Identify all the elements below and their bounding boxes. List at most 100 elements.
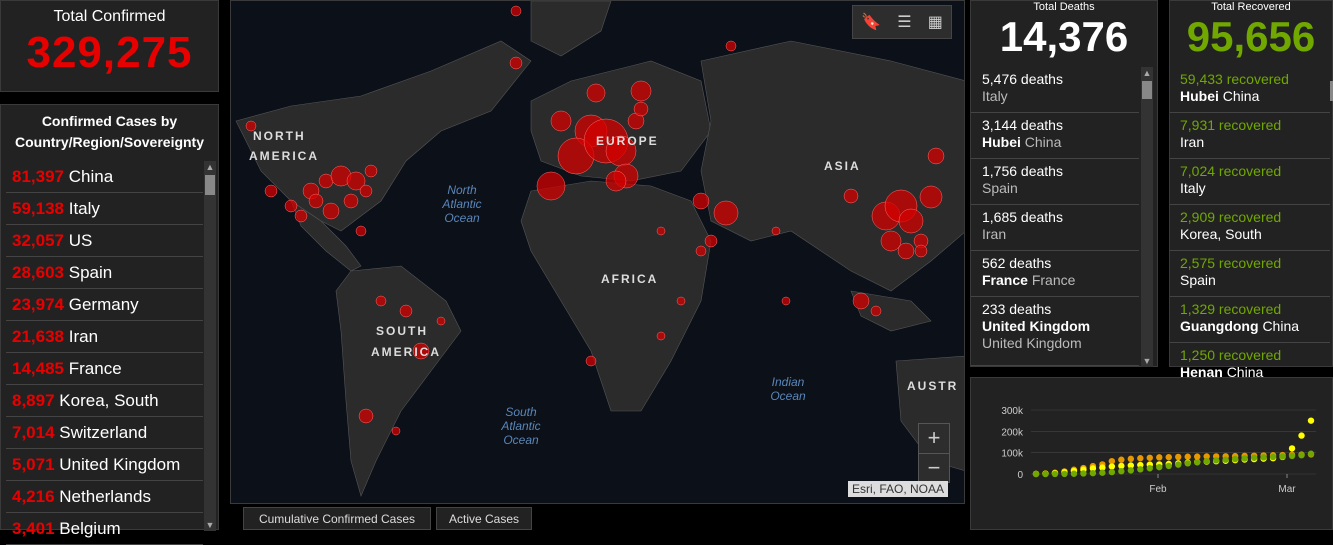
chart-point[interactable] [1156, 454, 1163, 461]
case-bubble[interactable] [633, 101, 649, 117]
recovered-list-item[interactable]: 59,433 recovered Hubei China [1170, 67, 1330, 113]
chart-point[interactable] [1260, 454, 1267, 461]
case-bubble[interactable] [656, 226, 666, 236]
zoom-in-button[interactable]: + [919, 424, 949, 454]
case-bubble[interactable] [605, 170, 627, 192]
basemap-gallery-icon[interactable]: ▦ [928, 12, 943, 32]
scroll-down-icon[interactable]: ▼ [204, 519, 216, 531]
chart-point[interactable] [1279, 453, 1286, 460]
deaths-list-item[interactable]: 5,476 deaths Italy [971, 67, 1139, 113]
world-map[interactable]: NORTH AMERICA SOUTH AMERICA EUROPE AFRIC… [230, 0, 965, 504]
chart-point[interactable] [1127, 455, 1135, 463]
chart-point[interactable] [1184, 460, 1191, 467]
case-bubble[interactable] [713, 200, 739, 226]
chart-point[interactable] [1222, 456, 1229, 463]
case-bubble[interactable] [375, 295, 387, 307]
country-list-item[interactable]: 81,397 China [6, 161, 203, 193]
country-list-scrollbar[interactable]: ▲ ▼ [204, 161, 216, 531]
chart-point[interactable] [1099, 469, 1106, 476]
case-bubble[interactable] [704, 234, 718, 248]
tab-cumulative-confirmed[interactable]: Cumulative Confirmed Cases [243, 507, 431, 530]
chart-point[interactable] [1127, 467, 1135, 474]
case-bubble[interactable] [725, 40, 737, 52]
legend-list-icon[interactable]: ☰ [897, 12, 911, 32]
deaths-list-item[interactable]: 3,144 deaths Hubei China [971, 113, 1139, 159]
chart-point[interactable] [1118, 456, 1125, 463]
chart-point[interactable] [1156, 463, 1163, 471]
case-bubble[interactable] [355, 225, 367, 237]
tab-active-cases[interactable]: Active Cases [436, 507, 532, 530]
case-bubble[interactable] [880, 230, 902, 252]
country-list-item[interactable]: 3,401 Belgium [6, 513, 203, 545]
chart-point[interactable] [1165, 453, 1172, 461]
chart-point[interactable] [1108, 463, 1116, 470]
country-list-item[interactable]: 23,974 Germany [6, 289, 203, 321]
chart-point[interactable] [1269, 453, 1277, 461]
chart-point[interactable] [1307, 417, 1315, 424]
chart-point[interactable] [1146, 454, 1153, 461]
scroll-up-icon[interactable]: ▲ [204, 161, 216, 173]
scroll-up-icon[interactable]: ▲ [1141, 67, 1153, 79]
chart-point[interactable] [1118, 468, 1125, 475]
recovered-list[interactable]: 59,433 recovered Hubei China 7,931 recover… [1170, 67, 1330, 389]
recovered-list-item[interactable]: 2,909 recovered Korea, South [1170, 205, 1330, 251]
country-list-item[interactable]: 5,071 United Kingdom [6, 449, 203, 481]
chart-point[interactable] [1184, 453, 1191, 460]
case-bubble[interactable] [322, 202, 340, 220]
case-bubble[interactable] [364, 164, 378, 178]
chart-point[interactable] [1194, 459, 1201, 466]
country-list[interactable]: 81,397 China 59,138 Italy 32,057 US 28,603 … [6, 161, 203, 545]
case-bubble[interactable] [927, 147, 945, 165]
chart-point[interactable] [1042, 470, 1049, 478]
bookmark-icon[interactable]: 🔖 [861, 12, 881, 32]
case-bubble[interactable] [359, 184, 373, 198]
country-list-item[interactable]: 4,216 Netherlands [6, 481, 203, 513]
country-list-item[interactable]: 7,014 Switzerland [6, 417, 203, 449]
deaths-list-item[interactable]: 1,685 deaths Iran [971, 205, 1139, 251]
chart-point[interactable] [1137, 466, 1144, 473]
chart-point[interactable] [1165, 462, 1172, 470]
chart-point[interactable] [1203, 458, 1210, 465]
country-list-item[interactable]: 21,638 Iran [6, 321, 203, 353]
deaths-scrollbar[interactable]: ▲ ▼ [1141, 67, 1153, 367]
country-list-item[interactable]: 8,897 Korea, South [6, 385, 203, 417]
country-list-item[interactable]: 28,603 Spain [6, 257, 203, 289]
case-bubble[interactable] [676, 296, 686, 306]
case-bubble[interactable] [843, 188, 859, 204]
scroll-thumb[interactable] [1142, 81, 1152, 99]
chart-point[interactable] [1175, 453, 1182, 461]
case-bubble[interactable] [656, 331, 666, 341]
case-bubble[interactable] [264, 184, 278, 198]
case-bubble[interactable] [509, 56, 523, 70]
recovered-list-item[interactable]: 2,575 recovered Spain [1170, 251, 1330, 297]
case-bubble[interactable] [343, 193, 359, 209]
deaths-list-item[interactable]: 1,756 deaths Spain [971, 159, 1139, 205]
chart-point[interactable] [1298, 432, 1305, 439]
case-bubble[interactable] [781, 296, 791, 306]
case-bubble[interactable] [586, 83, 606, 103]
case-bubble[interactable] [391, 426, 401, 436]
case-bubble[interactable] [536, 171, 566, 201]
deaths-list-item[interactable]: 562 deaths France France [971, 251, 1139, 297]
chart-point[interactable] [1051, 470, 1059, 478]
case-bubble[interactable] [399, 304, 413, 318]
deaths-list-item[interactable]: 233 deaths United Kingdom United Kingdom [971, 297, 1139, 366]
chart-point[interactable] [1288, 445, 1296, 452]
recovered-list-item[interactable]: 1,329 recovered Guangdong China [1170, 297, 1330, 343]
chart-point[interactable] [1298, 452, 1305, 459]
case-bubble[interactable] [771, 226, 781, 236]
case-bubble[interactable] [284, 199, 298, 213]
country-list-item[interactable]: 32,057 US [6, 225, 203, 257]
chart-point[interactable] [1108, 468, 1116, 476]
chart-point[interactable] [1250, 454, 1258, 461]
case-bubble[interactable] [897, 242, 915, 260]
chart-point[interactable] [1137, 455, 1144, 462]
chart-point[interactable] [1089, 469, 1097, 477]
country-list-item[interactable]: 14,485 France [6, 353, 203, 385]
chart-point[interactable] [1288, 452, 1296, 460]
case-bubble[interactable] [919, 185, 943, 209]
chart-point[interactable] [1146, 465, 1153, 472]
chart-point[interactable] [1175, 461, 1182, 468]
deaths-list[interactable]: 5,476 deaths Italy 3,144 deaths Hubei China… [971, 67, 1139, 366]
case-bubble[interactable] [510, 5, 522, 17]
